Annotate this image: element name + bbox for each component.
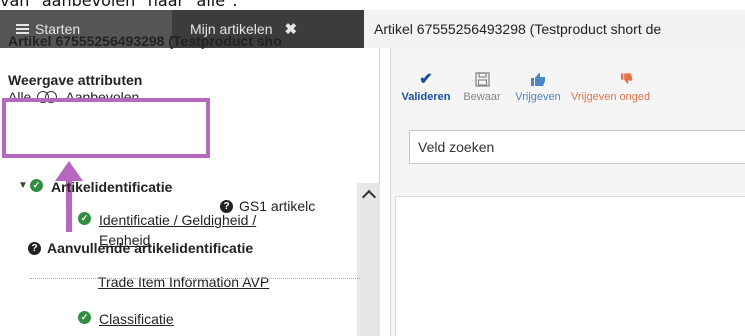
save-button[interactable]: Bewaar — [457, 68, 507, 112]
attributes-heading: Weergave attributen — [8, 72, 143, 88]
tab-artikel[interactable]: Artikel 67555256493298 (Testproduct shor… — [364, 10, 745, 48]
tree-node-artikelidentificatie[interactable]: ▼ ✓ Artikelidentificatie — [18, 177, 172, 197]
gs1-heading: ? GS1 artikelc — [220, 198, 315, 214]
tree-node-label: Artikelidentificatie — [51, 179, 173, 195]
help-icon[interactable]: ? — [28, 241, 41, 255]
section-title: Aanvullende artikelidentificatie — [47, 240, 254, 256]
release-unchanged-button[interactable]: Vrijgeven onged — [569, 68, 709, 112]
content-area — [395, 196, 745, 336]
validate-button[interactable]: ✔ Valideren — [397, 68, 455, 112]
tree-node-link[interactable]: Classificatie — [99, 309, 174, 329]
tree-node-classificatie[interactable]: ✓ Classificatie — [78, 309, 174, 329]
tab-artikel-label: Artikel 67555256493298 (Testproduct shor… — [374, 21, 662, 37]
toolbar: ✔ Valideren Bewaar Vrijgeven Vrijgeven o… — [391, 68, 745, 112]
caret-down-icon[interactable]: ▼ — [18, 180, 30, 191]
right-panel: ✔ Valideren Bewaar Vrijgeven Vrijgeven o… — [390, 48, 745, 336]
scrollbar-track[interactable] — [357, 183, 380, 336]
tree-node-link[interactable]: Trade Item Information AVP — [98, 272, 269, 292]
save-label: Bewaar — [463, 91, 501, 103]
divider — [30, 278, 360, 279]
search-input[interactable]: Veld zoeken — [409, 130, 745, 164]
scroll-up-chevron-icon[interactable] — [357, 183, 380, 205]
check-circle-icon: ✓ — [78, 311, 91, 324]
highlight-box — [2, 98, 210, 158]
release-label: Vrijgeven — [515, 91, 561, 103]
thumbs-up-icon — [511, 68, 565, 90]
tree-node-link-line1: Identificatie / Geldigheid / — [99, 212, 257, 228]
floppy-disk-icon — [457, 68, 507, 90]
checkmark-icon: ✔ — [419, 71, 433, 88]
help-icon[interactable]: ? — [220, 199, 233, 213]
release-unchanged-label: Vrijgeven onged — [571, 91, 651, 103]
thumbs-down-icon — [571, 68, 709, 90]
release-button[interactable]: Vrijgeven — [511, 68, 565, 112]
validate-label: Valideren — [401, 91, 451, 103]
check-circle-icon: ✓ — [30, 179, 43, 192]
gs1-label: GS1 artikelc — [239, 198, 316, 214]
section-heading: ? Aanvullende artikelidentificatie — [28, 240, 253, 256]
article-title: Artikel 67555256493298 (Testproduct sho — [8, 33, 282, 49]
tree-node-trade-item[interactable]: Trade Item Information AVP — [98, 272, 269, 292]
check-circle-icon: ✓ — [78, 212, 91, 225]
